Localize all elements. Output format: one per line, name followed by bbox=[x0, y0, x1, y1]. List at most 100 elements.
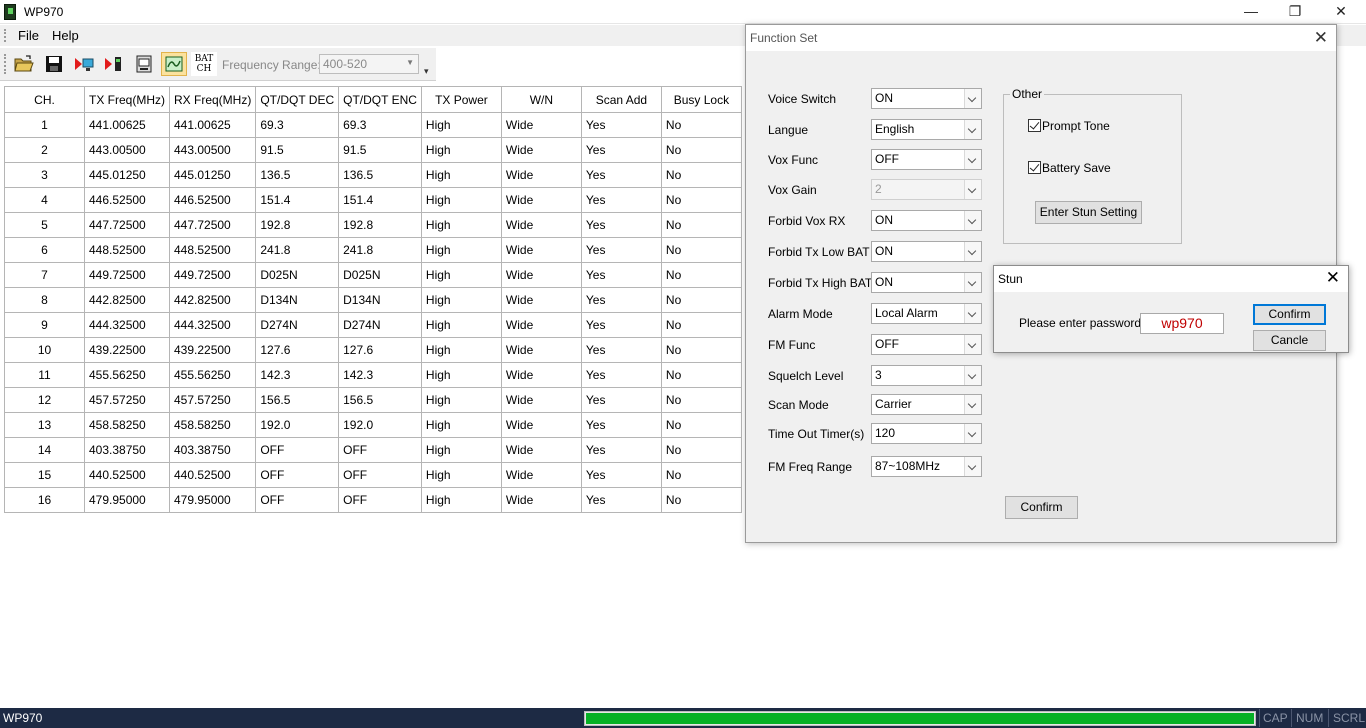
cell-wn[interactable]: Wide bbox=[500, 212, 582, 238]
cell-qt-enc[interactable]: D274N bbox=[338, 312, 422, 338]
cell-tx-power[interactable]: High bbox=[420, 412, 502, 438]
cell-qt-dec[interactable]: 127.6 bbox=[255, 337, 340, 363]
cell-tx-freq[interactable]: 439.22500 bbox=[84, 337, 170, 363]
cell-wn[interactable]: Wide bbox=[500, 162, 582, 188]
table-row[interactable]: 15 440.52500 440.52500 OFF OFF High Wide Yes No bbox=[4, 462, 742, 488]
cell-qt-enc[interactable]: 136.5 bbox=[338, 162, 422, 188]
cell-qt-enc[interactable]: 156.5 bbox=[338, 387, 422, 413]
cell-tx-power[interactable]: High bbox=[420, 362, 502, 388]
table-row[interactable]: 16 479.95000 479.95000 OFF OFF High Wide Yes No bbox=[4, 487, 742, 513]
fm-freq-range-select[interactable]: 87~108MHz bbox=[871, 456, 982, 477]
cell-busy-lock[interactable]: No bbox=[660, 437, 742, 463]
cell-qt-dec[interactable]: OFF bbox=[255, 437, 340, 463]
chevron-down-icon[interactable] bbox=[964, 242, 981, 261]
cell-wn[interactable]: Wide bbox=[500, 437, 582, 463]
cell-rx-freq[interactable]: 441.00625 bbox=[168, 112, 257, 138]
time-out-timer-s-select[interactable]: 120 bbox=[871, 423, 982, 444]
table-row[interactable]: 4 446.52500 446.52500 151.4 151.4 High Wide Yes… bbox=[4, 187, 742, 213]
cell-rx-freq[interactable]: 479.95000 bbox=[168, 487, 257, 513]
open-folder-button[interactable] bbox=[11, 52, 37, 76]
cell-qt-enc[interactable]: 69.3 bbox=[338, 112, 422, 138]
cell-tx-power[interactable]: High bbox=[420, 137, 502, 163]
batch-channel-button[interactable]: BAT CH bbox=[191, 52, 217, 76]
cell-qt-dec[interactable]: 69.3 bbox=[255, 112, 340, 138]
cell-qt-dec[interactable]: 142.3 bbox=[255, 362, 340, 388]
cell-rx-freq[interactable]: 455.56250 bbox=[168, 362, 257, 388]
chevron-down-icon[interactable] bbox=[964, 366, 981, 385]
cell-busy-lock[interactable]: No bbox=[660, 312, 742, 338]
column-header-qt-enc[interactable]: QT/DQT ENC bbox=[338, 86, 422, 113]
cell-tx-freq[interactable]: 446.52500 bbox=[84, 187, 170, 213]
cell-qt-enc[interactable]: OFF bbox=[338, 487, 422, 513]
cell-scan-add[interactable]: Yes bbox=[580, 137, 662, 163]
function-set-button[interactable] bbox=[161, 52, 187, 76]
cell-rx-freq[interactable]: 446.52500 bbox=[168, 187, 257, 213]
table-row[interactable]: 12 457.57250 457.57250 156.5 156.5 High Wide Ye… bbox=[4, 387, 742, 413]
cell-qt-dec[interactable]: 241.8 bbox=[255, 237, 340, 263]
cell-busy-lock[interactable]: No bbox=[660, 137, 742, 163]
forbid-tx-low-bat-select[interactable]: ON bbox=[871, 241, 982, 262]
cell-ch[interactable]: 13 bbox=[4, 412, 85, 438]
scan-mode-select[interactable]: Carrier bbox=[871, 394, 982, 415]
cell-qt-enc[interactable]: 192.0 bbox=[338, 412, 422, 438]
cell-rx-freq[interactable]: 442.82500 bbox=[168, 287, 257, 313]
cell-rx-freq[interactable]: 447.72500 bbox=[168, 212, 257, 238]
cell-ch[interactable]: 16 bbox=[4, 487, 85, 513]
cell-qt-dec[interactable]: 136.5 bbox=[255, 162, 340, 188]
column-header-ch[interactable]: CH. bbox=[4, 86, 85, 113]
cell-busy-lock[interactable]: No bbox=[660, 337, 742, 363]
cell-tx-freq[interactable]: 458.58250 bbox=[84, 412, 170, 438]
cell-ch[interactable]: 14 bbox=[4, 437, 85, 463]
cell-busy-lock[interactable]: No bbox=[660, 362, 742, 388]
cell-ch[interactable]: 15 bbox=[4, 462, 85, 488]
cell-tx-freq[interactable]: 447.72500 bbox=[84, 212, 170, 238]
column-header-scan-add[interactable]: Scan Add bbox=[580, 86, 662, 113]
cell-tx-freq[interactable]: 441.00625 bbox=[84, 112, 170, 138]
minimize-button[interactable]: — bbox=[1228, 0, 1274, 24]
column-header-tx-freq[interactable]: TX Freq(MHz) bbox=[84, 86, 170, 113]
cell-qt-dec[interactable]: OFF bbox=[255, 487, 340, 513]
table-row[interactable]: 7 449.72500 449.72500 D025N D025N High Wide Yes… bbox=[4, 262, 742, 288]
cell-wn[interactable]: Wide bbox=[500, 387, 582, 413]
cell-scan-add[interactable]: Yes bbox=[580, 312, 662, 338]
cell-wn[interactable]: Wide bbox=[500, 312, 582, 338]
cell-tx-power[interactable]: High bbox=[420, 162, 502, 188]
cell-rx-freq[interactable]: 444.32500 bbox=[168, 312, 257, 338]
cell-ch[interactable]: 4 bbox=[4, 187, 85, 213]
cell-ch[interactable]: 12 bbox=[4, 387, 85, 413]
table-row[interactable]: 3 445.01250 445.01250 136.5 136.5 High Wide Yes… bbox=[4, 162, 742, 188]
squelch-level-select[interactable]: 3 bbox=[871, 365, 982, 386]
cell-qt-enc[interactable]: 192.8 bbox=[338, 212, 422, 238]
cell-wn[interactable]: Wide bbox=[500, 237, 582, 263]
table-row[interactable]: 6 448.52500 448.52500 241.8 241.8 High Wide Yes… bbox=[4, 237, 742, 263]
cell-tx-power[interactable]: High bbox=[420, 262, 502, 288]
cell-tx-freq[interactable]: 440.52500 bbox=[84, 462, 170, 488]
cell-ch[interactable]: 10 bbox=[4, 337, 85, 363]
chevron-down-icon[interactable] bbox=[964, 120, 981, 139]
cell-rx-freq[interactable]: 448.52500 bbox=[168, 237, 257, 263]
cell-wn[interactable]: Wide bbox=[500, 462, 582, 488]
cell-wn[interactable]: Wide bbox=[500, 262, 582, 288]
cell-ch[interactable]: 7 bbox=[4, 262, 85, 288]
cell-qt-enc[interactable]: 142.3 bbox=[338, 362, 422, 388]
cell-wn[interactable]: Wide bbox=[500, 187, 582, 213]
cell-rx-freq[interactable]: 439.22500 bbox=[168, 337, 257, 363]
column-header-tx-power[interactable]: TX Power bbox=[420, 86, 502, 113]
cell-rx-freq[interactable]: 458.58250 bbox=[168, 412, 257, 438]
table-row[interactable]: 11 455.56250 455.56250 142.3 142.3 High Wide Ye… bbox=[4, 362, 742, 388]
forbid-tx-high-bat-select[interactable]: ON bbox=[871, 272, 982, 293]
cell-tx-power[interactable]: High bbox=[420, 237, 502, 263]
alarm-mode-select[interactable]: Local Alarm bbox=[871, 303, 982, 324]
stun-cancel-button[interactable]: Cancle bbox=[1253, 330, 1326, 351]
cell-tx-freq[interactable]: 455.56250 bbox=[84, 362, 170, 388]
prompt-tone-checkbox[interactable] bbox=[1028, 119, 1041, 132]
cell-qt-dec[interactable]: D025N bbox=[255, 262, 340, 288]
voice-switch-select[interactable]: ON bbox=[871, 88, 982, 109]
chevron-down-icon[interactable] bbox=[964, 211, 981, 230]
cell-wn[interactable]: Wide bbox=[500, 362, 582, 388]
cell-tx-power[interactable]: High bbox=[420, 387, 502, 413]
read-radio-button[interactable] bbox=[71, 52, 97, 76]
cell-ch[interactable]: 5 bbox=[4, 212, 85, 238]
cell-rx-freq[interactable]: 440.52500 bbox=[168, 462, 257, 488]
chevron-down-icon[interactable] bbox=[964, 335, 981, 354]
